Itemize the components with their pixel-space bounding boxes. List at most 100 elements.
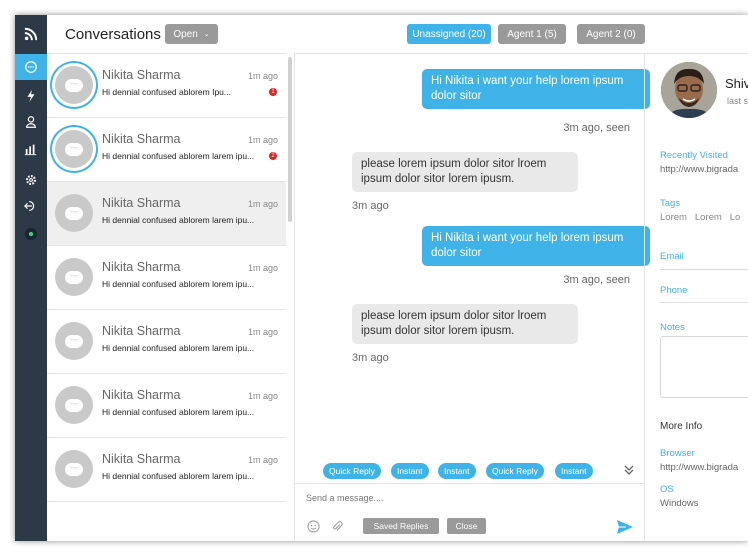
message-input[interactable] — [306, 491, 626, 505]
quick-reply-chip[interactable]: Instant — [391, 463, 429, 479]
message-preview: Hi dennial confused ablorem larem ipu... — [102, 471, 255, 481]
top-header: Conversations Open ⌄ Unassigned (20) Age… — [47, 15, 748, 53]
chat-bubble-icon: ··· — [65, 206, 83, 220]
notes-label: Notes — [660, 322, 685, 333]
rss-icon[interactable] — [15, 21, 47, 47]
double-chevron-down-icon[interactable] — [623, 464, 635, 476]
conversation-list: ··· Nikita Sharma 1m ago Hi dennial conf… — [47, 53, 286, 541]
timestamp: 1m ago — [247, 263, 278, 273]
message-meta: 3m ago, seen — [563, 274, 630, 286]
avatar: ··· — [55, 258, 93, 296]
contact-name: Nikita Sharma — [102, 388, 181, 402]
message-preview: Hi dennial confused ablorem larem ipu... — [102, 151, 255, 161]
status-dot-icon[interactable] — [15, 221, 47, 247]
tab-unassigned[interactable]: Unassigned (20) — [407, 24, 491, 44]
contact-name: Nikita Sharma — [102, 260, 181, 274]
status-filter-dropdown[interactable]: Open ⌄ — [165, 24, 218, 44]
email-label: Email — [660, 251, 684, 262]
conversation-item[interactable]: ··· Nikita Sharma 1m ago Hi dennial conf… — [47, 438, 286, 502]
avatar: ··· — [55, 450, 93, 488]
message-meta: 3m ago, seen — [563, 122, 630, 134]
avatar: ··· — [55, 322, 93, 360]
message-meta: 3m ago — [352, 200, 389, 212]
profile-pane: Shiv last s Recently Visited http://www.… — [644, 53, 748, 541]
profile-avatar — [661, 62, 717, 118]
message-meta: 3m ago — [352, 352, 389, 364]
analytics-icon[interactable] — [15, 136, 47, 162]
phone-label: Phone — [660, 285, 688, 296]
attachment-icon[interactable] — [331, 520, 343, 533]
unread-badge: 1 — [269, 88, 277, 96]
contact-name: Nikita Sharma — [102, 132, 181, 146]
timestamp: 1m ago — [247, 327, 278, 337]
message-preview: Hi dennial confused ablorem larem ipu... — [102, 407, 255, 417]
os-label: OS — [660, 484, 674, 495]
profile-last-seen: last s — [727, 96, 748, 106]
incoming-message: please lorem ipsum dolor sitor lroem ips… — [352, 152, 578, 192]
conversation-item[interactable]: ··· Nikita Sharma 1m ago Hi dennial conf… — [47, 246, 286, 310]
chevron-down-icon: ⌄ — [203, 31, 210, 38]
conversation-item[interactable]: ··· Nikita Sharma 1m ago Hi dennial conf… — [47, 374, 286, 438]
message-preview: Hi dennial confused ablorem Ipu... — [102, 87, 231, 97]
outgoing-message: Hi Nikita i want your help lorem ipsum d… — [422, 69, 650, 109]
tags-label: Tags — [660, 198, 681, 209]
chat-icon[interactable] — [15, 54, 47, 80]
message-preview: Hi dennial confused ablorem larem ipu... — [102, 343, 255, 353]
timestamp: 1m ago — [247, 199, 278, 209]
quick-reply-bar: Quick Reply Instant Instant Quick Reply … — [295, 456, 645, 484]
browser-value: http://www.bigrada — [660, 462, 739, 473]
conversation-item[interactable]: ··· Nikita Sharma 1m ago Hi dennial conf… — [47, 118, 286, 182]
email-field[interactable] — [660, 269, 748, 270]
tags-list[interactable]: Lorem Lorem Lo — [660, 212, 740, 223]
timestamp: 1m ago — [247, 455, 278, 465]
tab-agent-1[interactable]: Agent 1 (5) — [498, 24, 566, 44]
chat-bubble-icon: ··· — [65, 334, 83, 348]
os-value: Windows — [660, 498, 699, 509]
bolt-icon[interactable] — [15, 83, 47, 109]
tab-agent-2[interactable]: Agent 2 (0) — [577, 24, 645, 44]
chat-bubble-icon: ··· — [65, 270, 83, 284]
status-filter-label: Open — [173, 28, 198, 40]
user-icon[interactable] — [15, 109, 47, 135]
outgoing-message: Hi Nikita i want your help lorem ipsum d… — [422, 226, 650, 266]
settings-icon[interactable] — [15, 167, 47, 193]
timestamp: 1m ago — [247, 391, 278, 401]
emoji-icon[interactable] — [307, 520, 320, 533]
message-preview: Hi dennial confused ablorem lorem ipu... — [102, 279, 255, 289]
chat-pane: Hi Nikita i want your help lorem ipsum d… — [294, 53, 650, 541]
chat-bubble-icon: ··· — [65, 142, 83, 156]
incoming-message: please lorem ipsum dolor sitor lroem ips… — [352, 304, 578, 344]
recently-visited-label: Recently Visited — [660, 150, 728, 161]
chat-bubble-icon: ··· — [65, 398, 83, 412]
unread-badge: 2 — [269, 152, 277, 160]
send-icon[interactable] — [616, 519, 634, 535]
recently-visited-link[interactable]: http://www.bigrada — [660, 164, 738, 175]
profile-name: Shiv — [725, 76, 748, 91]
more-info-heading: More Info — [660, 421, 703, 432]
conversation-item[interactable]: ··· Nikita Sharma 1m ago Hi dennial conf… — [47, 182, 286, 246]
page-title: Conversations — [65, 26, 161, 43]
avatar: ··· — [55, 130, 93, 168]
contact-name: Nikita Sharma — [102, 452, 181, 466]
chat-bubble-icon: ··· — [65, 462, 83, 476]
phone-field[interactable] — [660, 302, 748, 303]
timestamp: 1m ago — [247, 135, 278, 145]
quick-reply-chip[interactable]: Instant — [438, 463, 476, 479]
list-scrollbar[interactable] — [288, 57, 292, 222]
quick-reply-chip[interactable]: Quick Reply — [323, 463, 381, 479]
contact-name: Nikita Sharma — [102, 324, 181, 338]
contact-name: Nikita Sharma — [102, 68, 181, 82]
browser-label: Browser — [660, 448, 695, 459]
timestamp: 1m ago — [247, 71, 278, 81]
app-window: Conversations Open ⌄ Unassigned (20) Age… — [15, 15, 748, 541]
nav-rail — [15, 15, 47, 541]
saved-replies-button[interactable]: Saved Replies — [363, 518, 439, 534]
logout-icon[interactable] — [15, 193, 47, 219]
quick-reply-chip[interactable]: Quick Reply — [486, 463, 544, 479]
notes-field[interactable] — [660, 336, 748, 398]
conversation-item[interactable]: ··· Nikita Sharma 1m ago Hi dennial conf… — [47, 54, 286, 118]
conversation-item[interactable]: ··· Nikita Sharma 1m ago Hi dennial conf… — [47, 310, 286, 374]
quick-reply-chip[interactable]: Instant — [555, 463, 593, 479]
chat-bubble-icon: ··· — [65, 78, 83, 92]
close-button[interactable]: Close — [447, 518, 486, 534]
